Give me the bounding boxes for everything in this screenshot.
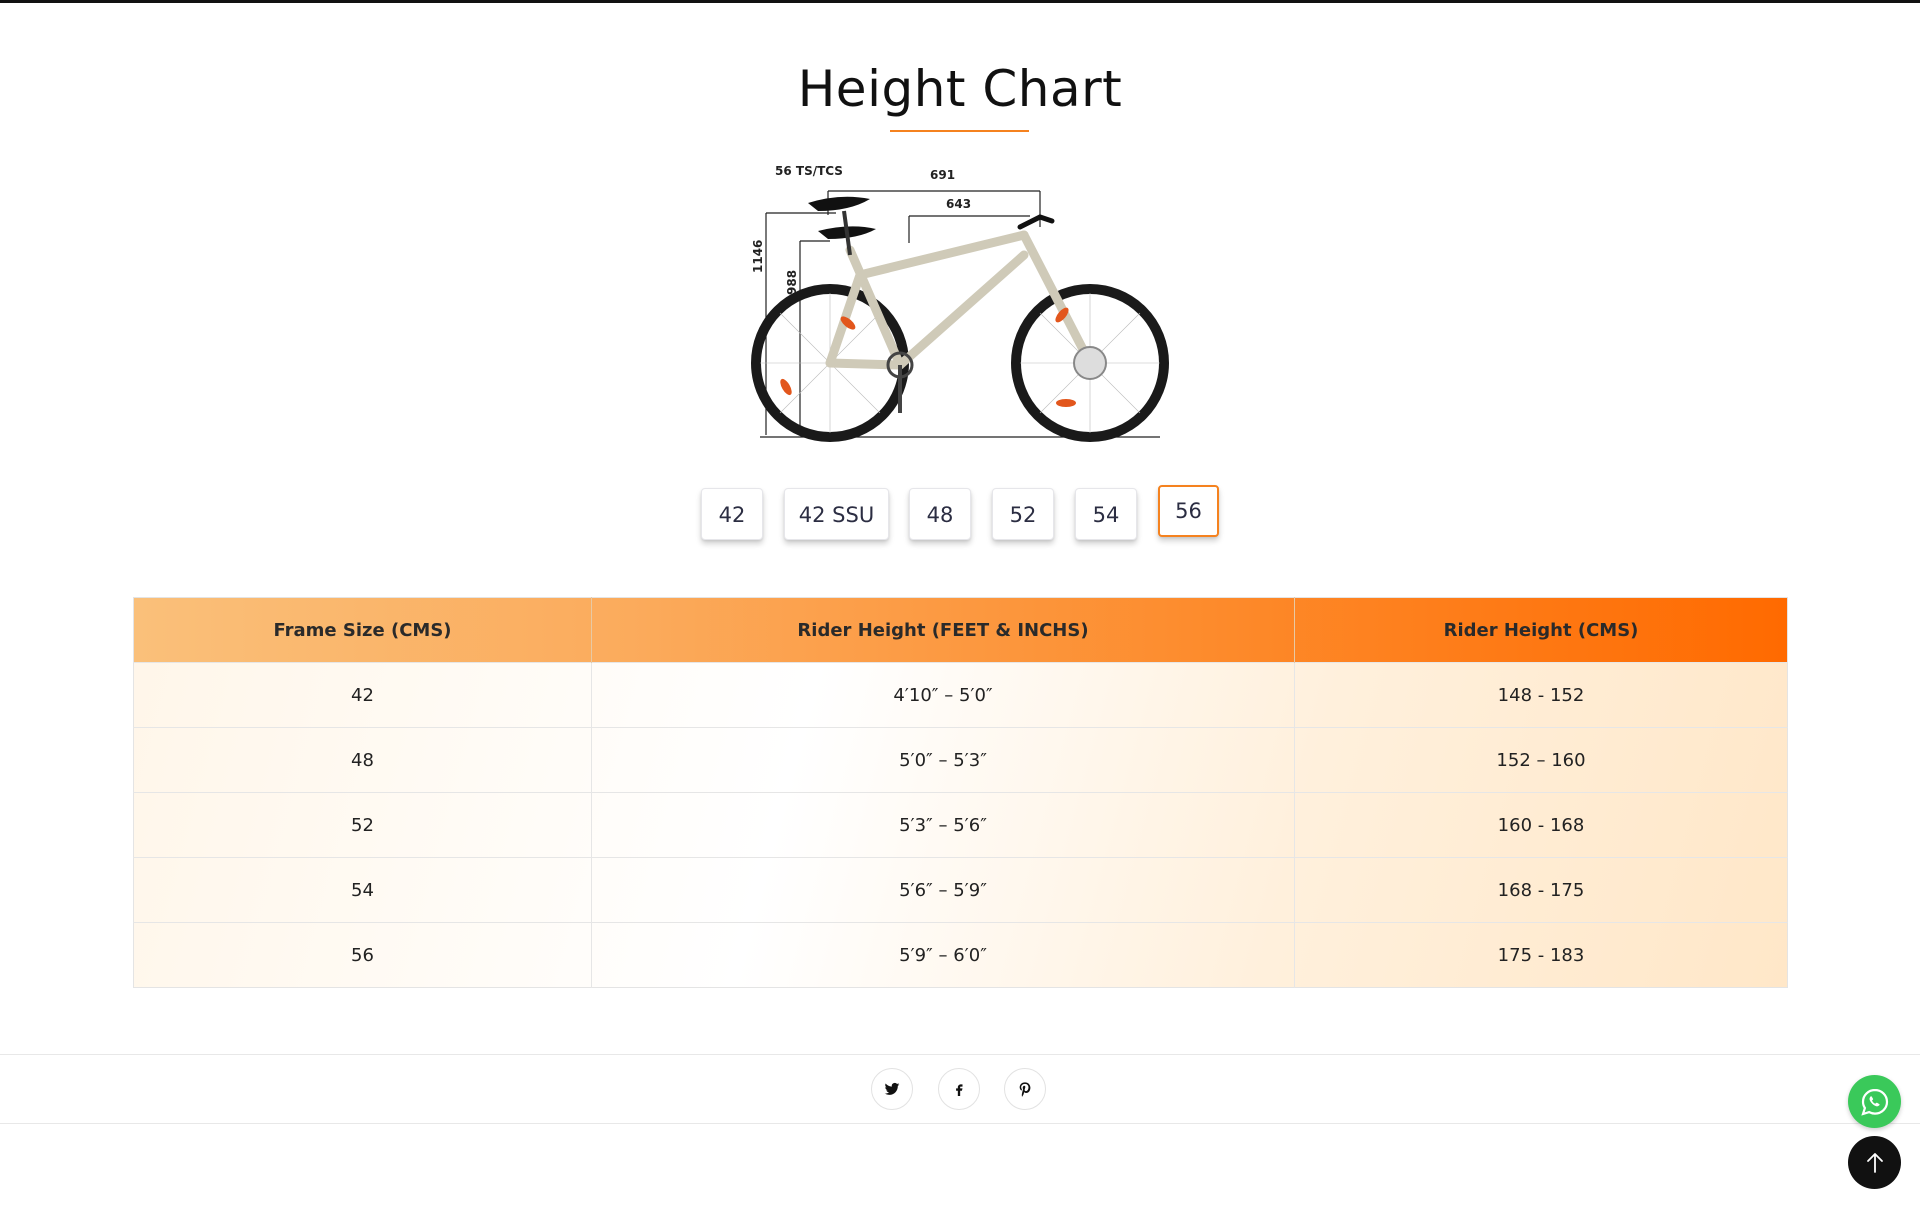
frame-size-tabs: 42 42 SSU 48 52 54 56 (0, 485, 1920, 544)
pinterest-icon (1019, 1082, 1031, 1097)
header-rider-height-feet: Rider Height (FEET & INCHS) (591, 597, 1295, 663)
size-tab-54[interactable]: 54 (1075, 488, 1137, 540)
twitter-icon (884, 1082, 900, 1095)
whatsapp-button[interactable] (1848, 1075, 1901, 1128)
height-chart-table: Frame Size (CMS) Rider Height (FEET & IN… (133, 597, 1788, 988)
reach-top-label: 691 (930, 168, 955, 182)
table-row: 42 4′10″ – 5′0″ 148 - 152 (133, 662, 1788, 728)
cell-height-cms: 152 – 160 (1294, 727, 1788, 793)
model-label: 56 TS/TCS (775, 164, 843, 178)
cell-frame-size: 48 (133, 727, 592, 793)
size-tab-42-ssu[interactable]: 42 SSU (784, 488, 889, 540)
share-twitter-button[interactable] (871, 1068, 913, 1110)
cell-height-feet: 5′0″ – 5′3″ (591, 727, 1295, 793)
cell-frame-size: 56 (133, 922, 592, 988)
size-tab-42[interactable]: 42 (701, 488, 763, 540)
top-border (0, 0, 1920, 3)
table-row: 54 5′6″ – 5′9″ 168 - 175 (133, 857, 1788, 923)
cell-frame-size: 52 (133, 792, 592, 858)
cell-height-cms: 148 - 152 (1294, 662, 1788, 728)
facebook-icon (956, 1084, 963, 1096)
cell-height-cms: 175 - 183 (1294, 922, 1788, 988)
size-tab-52[interactable]: 52 (992, 488, 1054, 540)
table-row: 52 5′3″ – 5′6″ 160 - 168 (133, 792, 1788, 858)
cell-height-feet: 5′6″ – 5′9″ (591, 857, 1295, 923)
cell-frame-size: 42 (133, 662, 592, 728)
bike-geometry-image: 56 TS/TCS 691 643 1146 988 (751, 164, 1169, 442)
share-pinterest-button[interactable] (1004, 1068, 1046, 1110)
cell-height-feet: 4′10″ – 5′0″ (591, 662, 1295, 728)
cell-height-cms: 160 - 168 (1294, 792, 1788, 858)
cell-height-cms: 168 - 175 (1294, 857, 1788, 923)
back-to-top-button[interactable] (1848, 1136, 1901, 1189)
cell-height-feet: 5′9″ – 6′0″ (591, 922, 1295, 988)
arrow-up-icon (1866, 1152, 1883, 1173)
reach-bottom-label: 643 (946, 197, 971, 211)
share-facebook-button[interactable] (938, 1068, 980, 1110)
share-bar (0, 1054, 1920, 1124)
header-frame-size: Frame Size (CMS) (133, 597, 592, 663)
table-row: 56 5′9″ – 6′0″ 175 - 183 (133, 922, 1788, 988)
cell-frame-size: 54 (133, 857, 592, 923)
stack-short-label: 988 (785, 270, 799, 295)
size-tab-48[interactable]: 48 (909, 488, 971, 540)
page-title: Height Chart (797, 60, 1123, 118)
whatsapp-icon (1860, 1088, 1888, 1116)
title-underline (890, 130, 1029, 132)
size-tab-56-active[interactable]: 56 (1158, 485, 1219, 537)
header-rider-height-cms: Rider Height (CMS) (1443, 619, 1639, 641)
cell-height-feet: 5′3″ – 5′6″ (591, 792, 1295, 858)
table-header-row: Frame Size (CMS) Rider Height (FEET & IN… (133, 597, 1788, 663)
table-row: 48 5′0″ – 5′3″ 152 – 160 (133, 727, 1788, 793)
stack-tall-label: 1146 (751, 240, 765, 273)
